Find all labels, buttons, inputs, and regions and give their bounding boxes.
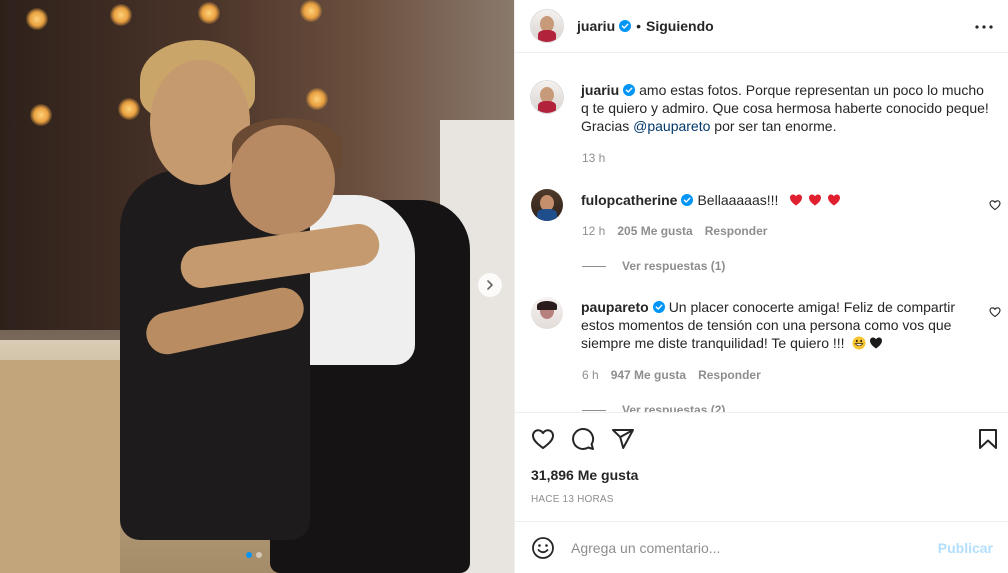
comment-icon[interactable] — [571, 427, 595, 451]
comment-username[interactable]: fulopcatherine — [581, 192, 677, 208]
view-replies-label: Ver respuestas (1) — [622, 259, 726, 273]
view-replies-button[interactable]: Ver respuestas (2) — [582, 403, 726, 413]
commenter-avatar[interactable] — [531, 297, 563, 329]
publish-button[interactable]: Publicar — [938, 540, 993, 556]
verified-badge-icon — [619, 20, 632, 32]
comment-username[interactable]: paupareto — [581, 299, 649, 315]
commenter-avatar[interactable] — [531, 189, 563, 221]
post-sidebar: juariu • Siguiendo juariu amo estas fotos… — [514, 0, 1008, 573]
more-options-icon — [975, 25, 993, 29]
replies-line — [582, 409, 606, 411]
red-heart-emoji-icon — [828, 194, 841, 206]
comment-meta: 6 h 947 Me gusta Responder — [582, 368, 761, 382]
comment-meta: 12 h 205 Me gusta Responder — [582, 224, 767, 238]
comment-input[interactable] — [571, 539, 938, 556]
comment: paupareto Un placer conocerte amiga! Feli… — [531, 297, 991, 352]
photo-light — [118, 98, 140, 120]
separator-dot: • — [636, 18, 642, 34]
verified-badge-icon — [623, 84, 636, 96]
comment-body: Bellaaaaas!!! — [697, 192, 779, 208]
emoji-icon[interactable] — [531, 536, 555, 560]
comment-like-icon[interactable] — [989, 199, 1001, 211]
more-options-button[interactable] — [975, 18, 993, 36]
comment-reply-button[interactable]: Responder — [705, 224, 768, 238]
carousel-dot — [256, 552, 262, 558]
comment-text: fulopcatherine Bellaaaaas!!! — [581, 191, 991, 221]
comment: fulopcatherine Bellaaaaas!!! — [531, 189, 991, 221]
comment-emoji — [852, 336, 883, 350]
verified-badge-icon — [681, 194, 694, 206]
comment-likes[interactable]: 947 Me gusta — [611, 368, 686, 382]
caption-username[interactable]: juariu — [581, 82, 619, 98]
comment-composer: Publicar — [515, 521, 1008, 573]
red-heart-emoji-icon — [790, 194, 803, 206]
carousel-dot — [246, 552, 252, 558]
photo-light — [30, 104, 52, 126]
photo-light — [198, 2, 220, 24]
view-replies-button[interactable]: Ver respuestas (1) — [582, 259, 725, 273]
carousel-next-icon — [487, 280, 493, 290]
replies-line — [582, 265, 606, 267]
save-icon[interactable] — [976, 427, 1000, 451]
grinning-face-emoji-icon — [852, 336, 866, 350]
caption-text: juariu amo estas fotos. Porque representa… — [581, 81, 991, 135]
post-actions — [515, 413, 1008, 465]
caption-mention[interactable]: @paupareto — [633, 118, 710, 134]
verified-badge-icon — [652, 301, 665, 313]
share-icon[interactable] — [611, 427, 635, 451]
comment-reply-button[interactable]: Responder — [698, 368, 761, 382]
caption-meta: 13 h — [582, 151, 605, 165]
comment-time[interactable]: 6 h — [582, 368, 599, 382]
caption-body-end: por ser tan enorme. — [710, 118, 837, 134]
post-timestamp[interactable]: HACE 13 HORAS — [531, 494, 614, 505]
comment-emoji — [786, 193, 841, 207]
comments-list[interactable]: juariu amo estas fotos. Porque representa… — [515, 53, 1008, 413]
comment-like-icon[interactable] — [989, 306, 1001, 318]
comment-text: paupareto Un placer conocerte amiga! Feli… — [581, 298, 991, 352]
like-icon[interactable] — [531, 427, 555, 451]
author-avatar[interactable] — [531, 81, 563, 113]
likes-count[interactable]: 31,896 Me gusta — [531, 467, 638, 483]
black-heart-emoji-icon — [870, 337, 883, 349]
author-avatar[interactable] — [531, 10, 563, 42]
photo-light — [26, 8, 48, 30]
carousel-indicator — [246, 552, 262, 558]
photo-light — [306, 88, 328, 110]
follow-button[interactable]: Siguiendo — [646, 18, 714, 34]
comment-likes[interactable]: 205 Me gusta — [617, 224, 692, 238]
red-heart-emoji-icon — [809, 194, 822, 206]
caption: juariu amo estas fotos. Porque representa… — [531, 81, 991, 135]
post-photo[interactable] — [0, 0, 514, 573]
photo-person — [230, 125, 335, 235]
view-replies-label: Ver respuestas (2) — [622, 403, 726, 413]
post-header: juariu • Siguiendo — [515, 0, 1008, 53]
photo-light — [110, 4, 132, 26]
photo-light — [300, 0, 322, 22]
photo-counter — [0, 360, 120, 573]
caption-time[interactable]: 13 h — [582, 151, 605, 165]
carousel-next-button[interactable] — [478, 273, 502, 297]
author-username[interactable]: juariu — [577, 18, 615, 34]
comment-time[interactable]: 12 h — [582, 224, 605, 238]
